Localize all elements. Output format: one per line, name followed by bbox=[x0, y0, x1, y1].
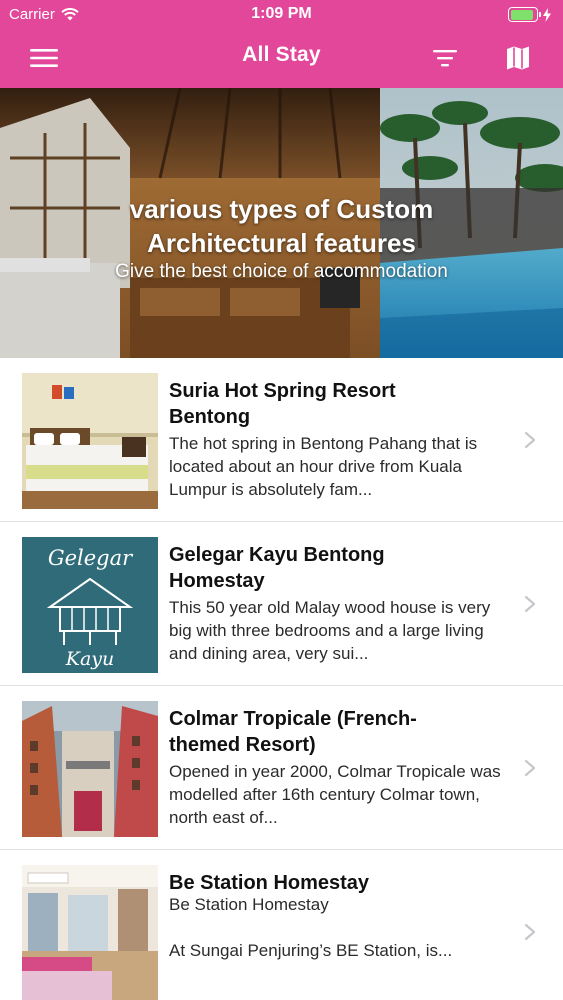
listing-thumbnail bbox=[22, 865, 158, 1000]
stay-list: Suria Hot Spring Resort Bentong The hot … bbox=[0, 358, 563, 1000]
chevron-right-icon bbox=[524, 759, 536, 777]
listing-thumbnail: Gelegar Kayu bbox=[22, 537, 158, 673]
banner-headline: various types of Custom Architectural fe… bbox=[129, 194, 434, 258]
filter-icon bbox=[433, 50, 457, 67]
filter-button[interactable] bbox=[427, 40, 463, 76]
charging-bolt-icon bbox=[543, 7, 551, 22]
listing-subtitle: Be Station Homestay bbox=[169, 895, 329, 914]
chevron-right-icon bbox=[524, 595, 536, 613]
listing-description: Opened in year 2000, Colmar Tropicale wa… bbox=[169, 762, 501, 827]
listing-title: Colmar Tropicale (French-themed Resort) bbox=[169, 708, 417, 756]
page-title: All Stay bbox=[242, 43, 321, 66]
thumb-logo-text-top: Gelegar bbox=[48, 546, 134, 570]
listing-description: The hot spring in Bentong Pahang that is… bbox=[169, 434, 478, 499]
chevron-right-icon bbox=[524, 431, 536, 449]
listing-thumbnail bbox=[22, 373, 158, 509]
listing-description: At Sungai Penjuring’s BE Station, is... bbox=[169, 941, 453, 960]
list-item-be-station[interactable]: Be Station Homestay Be Station Homestay … bbox=[0, 850, 563, 1000]
chevron-right-icon bbox=[524, 923, 536, 941]
status-bar: Carrier 1:09 PM bbox=[0, 0, 563, 30]
banner-tagline: Give the best choice of accommodation bbox=[115, 261, 448, 282]
listing-description: This 50 year old Malay wood house is ver… bbox=[169, 598, 491, 663]
listing-title: Gelegar Kayu Bentong Homestay bbox=[169, 544, 385, 592]
promo-banner[interactable]: various types of Custom Architectural fe… bbox=[0, 88, 563, 358]
top-bar: Carrier 1:09 PM All Stay bbox=[0, 0, 563, 88]
map-button[interactable] bbox=[500, 40, 536, 76]
listing-title: Be Station Homestay bbox=[169, 872, 370, 894]
banner-caption: various types of Custom Architectural fe… bbox=[0, 192, 563, 283]
map-icon bbox=[507, 46, 529, 70]
listing-title: Suria Hot Spring Resort Bentong bbox=[169, 380, 396, 428]
battery-level-fill bbox=[510, 9, 533, 20]
battery-icon bbox=[508, 7, 541, 22]
thumb-logo-text-bottom: Kayu bbox=[65, 648, 115, 670]
status-time: 1:09 PM bbox=[251, 5, 312, 22]
list-item-colmar-tropicale[interactable]: Colmar Tropicale (French-themed Resort) … bbox=[0, 686, 563, 850]
navigation-bar: All Stay bbox=[0, 30, 563, 86]
list-item-gelegar-kayu[interactable]: Gelegar Kayu Gelegar Kayu Bentong Homest… bbox=[0, 522, 563, 686]
listing-thumbnail bbox=[22, 701, 158, 837]
battery-indicator bbox=[508, 7, 551, 22]
list-item-suria-hot-spring[interactable]: Suria Hot Spring Resort Bentong The hot … bbox=[0, 358, 563, 522]
